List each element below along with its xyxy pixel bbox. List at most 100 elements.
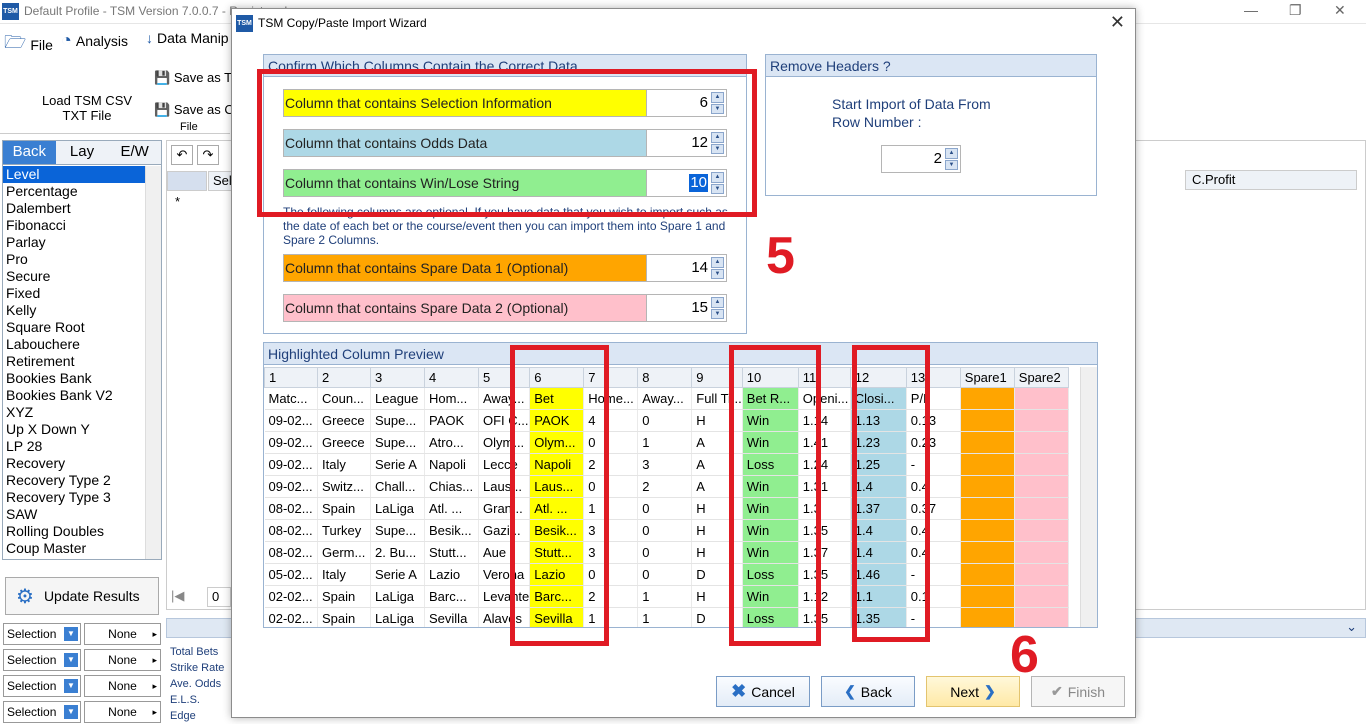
spin-up-icon[interactable]: ▲ bbox=[945, 148, 958, 159]
selection-dropdown[interactable]: Selection ▼ bbox=[3, 701, 81, 723]
spin-down-icon[interactable]: ▼ bbox=[711, 268, 724, 279]
preview-column-header[interactable]: 2 bbox=[317, 367, 371, 388]
selection-dropdown[interactable]: Selection ▼ bbox=[3, 675, 81, 697]
pager-input[interactable]: 0 bbox=[207, 587, 231, 607]
cancel-button[interactable]: ✖ Cancel bbox=[716, 676, 810, 707]
minimize-icon[interactable]: — bbox=[1244, 2, 1258, 18]
tab-ew[interactable]: E/W bbox=[108, 141, 161, 164]
spare1-column-spinner[interactable]: 14 ▲ ▼ bbox=[646, 255, 726, 281]
spare2-column-value[interactable]: 15 bbox=[691, 295, 708, 321]
next-button[interactable]: Next ❯ bbox=[926, 676, 1020, 707]
strategy-panel: Back Lay E/W Level Percentage Dalembert Fib… bbox=[2, 140, 162, 560]
spare2-column-row: Column that contains Spare Data 2 (Optio… bbox=[283, 294, 727, 322]
preview-column-header[interactable]: 8 bbox=[637, 367, 693, 388]
dialog-title: TSM Copy/Paste Import Wizard bbox=[258, 16, 427, 30]
preview-row: 05-02... Italy Serie A Lazio Verona Lazio 0 0 D L… bbox=[264, 563, 1069, 586]
menu-analysis[interactable]: ◔ Analysis bbox=[61, 30, 128, 51]
cancel-label: Cancel bbox=[751, 683, 795, 700]
preview-cell: Serie A bbox=[370, 563, 425, 586]
dialog-close-icon[interactable]: ✕ bbox=[1110, 12, 1125, 33]
strategy-item[interactable]: Bookies Bank V2 bbox=[3, 387, 146, 404]
column-preview-group: Highlighted Column Preview 1 2 3 4 5 6 7 8 9 10 11… bbox=[263, 342, 1098, 628]
update-results-button[interactable]: ⚙ Update Results bbox=[5, 577, 159, 615]
none-dropdown-label: None bbox=[108, 679, 137, 693]
tab-lay[interactable]: Lay bbox=[56, 141, 109, 164]
next-label: Next bbox=[950, 683, 980, 700]
strategy-item[interactable]: Fibonacci bbox=[3, 217, 146, 234]
strategy-item[interactable]: LP 28 bbox=[3, 438, 146, 455]
none-dropdown[interactable]: None ▸ bbox=[84, 649, 161, 671]
chevron-down-icon[interactable]: ▼ bbox=[64, 627, 78, 641]
none-dropdown[interactable]: None ▸ bbox=[84, 675, 161, 697]
undo-icon[interactable]: ↶ bbox=[171, 145, 193, 165]
strategy-item[interactable]: XYZ bbox=[3, 404, 146, 421]
update-results-label: Update Results bbox=[43, 588, 140, 604]
start-row-spinner[interactable]: 2 ▲ ▼ bbox=[881, 145, 961, 173]
strategy-item[interactable]: Pro bbox=[3, 251, 146, 268]
spare2-column-spinner[interactable]: 15 ▲ ▼ bbox=[646, 295, 726, 321]
chevron-down-icon[interactable]: ▼ bbox=[64, 705, 78, 719]
preview-column-header[interactable]: Spare2 bbox=[1013, 367, 1069, 388]
save-as-c-button[interactable]: 💾 Save as C bbox=[154, 102, 234, 117]
strategy-item[interactable]: Up X Down Y bbox=[3, 421, 146, 438]
preview-column-header[interactable]: 3 bbox=[370, 367, 425, 388]
none-dropdown[interactable]: None ▸ bbox=[84, 701, 161, 723]
strategy-item[interactable]: SAW bbox=[3, 506, 146, 523]
selection-dropdown[interactable]: Selection ▼ bbox=[3, 623, 81, 645]
strategy-item[interactable]: Labouchere bbox=[3, 336, 146, 353]
strategy-item[interactable]: Recovery bbox=[3, 455, 146, 472]
strategy-item[interactable]: Level bbox=[3, 166, 146, 183]
back-button[interactable]: ❮ Back bbox=[821, 676, 915, 707]
restore-icon[interactable]: ❐ bbox=[1289, 2, 1302, 19]
preview-cell: 0 bbox=[637, 541, 693, 564]
grid-header-cprofit: C.Profit bbox=[1185, 170, 1357, 190]
preview-column-header[interactable]: 1 bbox=[264, 367, 318, 388]
stat-label: E.L.S. bbox=[170, 694, 200, 706]
collapse-icon[interactable]: ⌄ bbox=[1346, 619, 1357, 635]
strategy-item[interactable]: Coup Master bbox=[3, 540, 146, 557]
spin-up-icon[interactable]: ▲ bbox=[711, 257, 724, 268]
chevron-down-icon[interactable]: ▼ bbox=[64, 679, 78, 693]
redo-icon[interactable]: ↷ bbox=[197, 145, 219, 165]
none-dropdown[interactable]: None ▸ bbox=[84, 623, 161, 645]
strategy-item[interactable]: Rolling Doubles bbox=[3, 523, 146, 540]
first-page-icon[interactable]: |◀ bbox=[171, 588, 184, 604]
start-row-value[interactable]: 2 bbox=[934, 146, 942, 172]
strategy-item[interactable]: Parlay bbox=[3, 234, 146, 251]
preview-cell: Coun... bbox=[317, 387, 371, 410]
chevron-down-icon[interactable]: ▼ bbox=[64, 653, 78, 667]
close-icon[interactable]: ✕ bbox=[1334, 2, 1346, 19]
spare1-column-value[interactable]: 14 bbox=[691, 255, 708, 281]
gears-icon: ⚙ bbox=[16, 585, 34, 608]
menu-data-manip[interactable]: ↓ Data Manip bbox=[146, 30, 229, 46]
strategy-item[interactable]: Square Root bbox=[3, 319, 146, 336]
finish-button[interactable]: ✔ Finish bbox=[1031, 676, 1125, 707]
menu-file[interactable]: 🗁 File bbox=[4, 30, 53, 60]
spin-down-icon[interactable]: ▼ bbox=[945, 159, 958, 170]
strategy-item[interactable]: Bookies Bank bbox=[3, 370, 146, 387]
preview-cell: 0 bbox=[637, 563, 693, 586]
load-csv-button[interactable]: Load TSM CSV TXT File bbox=[22, 78, 152, 123]
spare1-column-label: Column that contains Spare Data 1 (Optio… bbox=[284, 255, 648, 281]
strategy-item[interactable]: Fixed bbox=[3, 285, 146, 302]
spin-down-icon[interactable]: ▼ bbox=[711, 308, 724, 319]
strategy-scrollbar[interactable] bbox=[145, 166, 161, 559]
save-icon: 💾 bbox=[154, 102, 171, 117]
strategy-item[interactable]: Kelly bbox=[3, 302, 146, 319]
preview-cell: 1 bbox=[637, 607, 693, 627]
save-as-t-button[interactable]: 💾 Save as T bbox=[154, 70, 232, 85]
preview-column-header[interactable]: 4 bbox=[424, 367, 479, 388]
strategy-item[interactable]: Recovery Type 2 bbox=[3, 472, 146, 489]
selection-dropdown[interactable]: Selection ▼ bbox=[3, 649, 81, 671]
preview-column-header[interactable]: Spare1 bbox=[959, 367, 1015, 388]
strategy-item[interactable]: Dalembert bbox=[3, 200, 146, 217]
strategy-item[interactable]: Percentage bbox=[3, 183, 146, 200]
strategy-item[interactable]: Secure bbox=[3, 268, 146, 285]
strategy-item[interactable]: Recovery Type 3 bbox=[3, 489, 146, 506]
preview-scrollbar[interactable] bbox=[1080, 367, 1097, 627]
tab-back[interactable]: Back bbox=[3, 141, 56, 164]
preview-cell: Italy bbox=[317, 563, 371, 586]
ribbon-group-label: File bbox=[180, 121, 198, 133]
strategy-item[interactable]: Retirement bbox=[3, 353, 146, 370]
spin-up-icon[interactable]: ▲ bbox=[711, 297, 724, 308]
